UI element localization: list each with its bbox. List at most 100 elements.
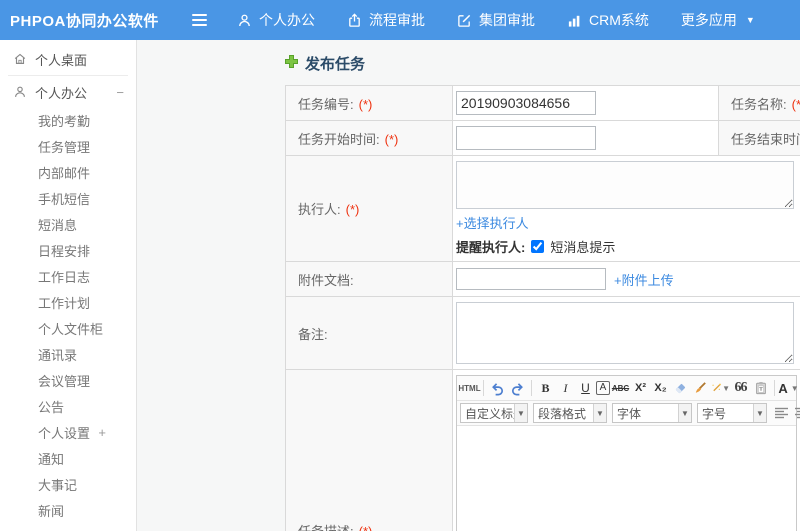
sidebar-item-label: 大事记: [38, 477, 78, 493]
task-number-label-cell: 任务编号: (*): [285, 85, 453, 121]
sidebar-item-notice[interactable]: 通知: [0, 445, 136, 471]
nav-item-workflow-approval[interactable]: 流程审批: [347, 10, 425, 30]
start-time-label-cell: 任务开始时间: (*): [285, 120, 453, 156]
nav-label: 集团审批: [479, 12, 535, 28]
sidebar-item-label: 个人文件柜: [38, 321, 104, 337]
table-row: 任务编号: (*) 任务名称: (*): [285, 85, 800, 121]
chevron-down-icon: ▼: [593, 404, 606, 422]
sidebar-item-announcement[interactable]: 公告: [0, 393, 136, 419]
sidebar-item-short-message[interactable]: 短消息: [0, 211, 136, 237]
underline-button[interactable]: U: [576, 378, 595, 398]
sidebar-item-label: 个人设置: [38, 425, 91, 441]
sidebar-item-news[interactable]: 新闻: [0, 497, 136, 523]
attachment-cell: +附件上传: [452, 261, 800, 297]
align-left-icon[interactable]: [772, 403, 791, 423]
table-row: 执行人: (*) +选择执行人 提醒执行人: 短消息提示: [285, 155, 800, 262]
table-row: 附件文档: +附件上传: [285, 261, 800, 297]
start-time-input[interactable]: [456, 126, 596, 150]
menu-toggle-icon[interactable]: [192, 14, 207, 26]
executor-label-cell: 执行人: (*): [285, 155, 453, 262]
user-icon: [12, 85, 27, 99]
top-nav: 个人办公 流程审批 集团审批 CRM系统 更多应用 ▼: [237, 10, 755, 30]
font-size-select[interactable]: 字号 ▼: [697, 403, 767, 423]
heading-select-value: 自定义标题: [465, 406, 514, 421]
collapse-minus-icon[interactable]: −: [116, 85, 124, 100]
autotypeset-wand-icon[interactable]: ▼: [711, 378, 730, 398]
task-desc-label: 任务描述:: [298, 523, 354, 531]
editor-content-area[interactable]: [457, 426, 796, 531]
sidebar-item-label: 任务管理: [38, 139, 91, 155]
required-mark: (*): [345, 202, 360, 217]
remark-textarea[interactable]: [456, 302, 794, 364]
sidebar-item-work-log[interactable]: 工作日志: [0, 263, 136, 289]
sms-notify-checkbox[interactable]: [531, 240, 545, 253]
expand-plus-icon[interactable]: +: [98, 425, 124, 440]
sidebar-item-internal-mail[interactable]: 内部邮件: [0, 159, 136, 185]
sidebar-item-schedule[interactable]: 日程安排: [0, 237, 136, 263]
paste-icon[interactable]: T: [751, 378, 770, 398]
undo-icon[interactable]: [488, 378, 507, 398]
sidebar-item-personal-desktop[interactable]: 个人桌面: [0, 44, 136, 74]
task-number-label: 任务编号:: [298, 96, 354, 112]
sidebar-item-mobile-sms[interactable]: 手机短信: [0, 185, 136, 211]
nav-item-crm-system[interactable]: CRM系统: [567, 10, 649, 30]
attachment-input[interactable]: [456, 268, 606, 290]
blockquote-button[interactable]: 66: [731, 378, 750, 398]
nav-item-group-approval[interactable]: 集团审批: [457, 10, 535, 30]
rich-text-editor: HTML B I U A ABC X² X₂ ▼ 66 T A ▼ 自定义标 ▼…: [456, 375, 800, 531]
font-color-button[interactable]: A ▼: [778, 378, 798, 398]
sidebar-item-personal-settings[interactable]: 个人设置 +: [0, 419, 136, 445]
executor-textarea[interactable]: [456, 161, 794, 209]
table-row: 任务描述: (*) HTML B I U A ABC X² X₂ ▼ 66 T …: [285, 369, 800, 531]
user-icon: [237, 13, 252, 28]
remark-label-cell: 备注:: [285, 296, 453, 370]
table-row: 任务开始时间: (*) 任务结束时间:(*): [285, 120, 800, 156]
sidebar-item-major-events[interactable]: 大事记: [0, 471, 136, 497]
sidebar-item-label: 会议管理: [38, 373, 91, 389]
chevron-down-icon: ▼: [678, 404, 691, 422]
sidebar-item-work-plan[interactable]: 工作计划: [0, 289, 136, 315]
subscript-button[interactable]: X₂: [651, 378, 670, 398]
paragraph-format-select[interactable]: 段落格式 ▼: [533, 403, 607, 423]
sidebar-item-personal-office[interactable]: 个人办公 −: [0, 77, 136, 107]
redo-icon[interactable]: [508, 378, 527, 398]
nav-item-personal-office[interactable]: 个人办公: [237, 10, 315, 30]
attachment-upload-link[interactable]: +附件上传: [614, 270, 674, 289]
sidebar-item-label: 通讯录: [38, 347, 78, 363]
bold-button[interactable]: B: [536, 378, 555, 398]
add-plus-icon: [285, 55, 298, 72]
font-border-button[interactable]: A: [596, 381, 610, 395]
editor-toolbar-row-1: HTML B I U A ABC X² X₂ ▼ 66 T A ▼: [457, 376, 799, 401]
required-mark: (*): [384, 131, 399, 147]
superscript-button[interactable]: X²: [631, 378, 650, 398]
task-number-input[interactable]: [456, 91, 596, 115]
sidebar-item-contacts[interactable]: 通讯录: [0, 341, 136, 367]
sidebar-item-task-management[interactable]: 任务管理: [0, 133, 136, 159]
heading-select[interactable]: 自定义标题 ▼: [460, 403, 528, 423]
attachment-label-cell: 附件文档:: [285, 261, 453, 297]
editor-toolbar-row-2: 自定义标题 ▼ 段落格式 ▼ 字体 ▼ 字号 ▼: [457, 401, 800, 426]
sidebar-item-label: 工作日志: [38, 269, 91, 285]
strikethrough-button[interactable]: ABC: [611, 378, 630, 398]
page-title-text: 发布任务: [305, 56, 366, 73]
top-navigation-bar: PHPOA协同办公软件 个人办公 流程审批 集团审批 CRM系统 更多应用 ▼: [0, 0, 800, 40]
sidebar-item-label: 通知: [38, 451, 65, 467]
chevron-down-icon: ▼: [722, 383, 730, 393]
nav-item-more-apps[interactable]: 更多应用 ▼: [681, 10, 755, 30]
html-source-button[interactable]: HTML: [458, 378, 480, 398]
sidebar-item-meeting-management[interactable]: 会议管理: [0, 367, 136, 393]
format-brush-icon[interactable]: [691, 378, 710, 398]
eraser-icon[interactable]: [671, 378, 690, 398]
choose-executor-link[interactable]: +选择执行人: [456, 216, 529, 231]
executor-label: 执行人:: [298, 202, 341, 217]
sidebar-item-my-attendance[interactable]: 我的考勤: [0, 107, 136, 133]
chevron-down-icon: ▼: [514, 404, 527, 422]
start-time-cell: [452, 120, 719, 156]
remark-cell: [452, 296, 800, 370]
align-center-icon[interactable]: [792, 403, 800, 423]
task-name-label-cell: 任务名称: (*): [718, 85, 800, 121]
font-family-select[interactable]: 字体 ▼: [612, 403, 692, 423]
bar-chart-icon: [567, 13, 582, 28]
sidebar-item-personal-file-cabinet[interactable]: 个人文件柜: [0, 315, 136, 341]
italic-button[interactable]: I: [556, 378, 575, 398]
